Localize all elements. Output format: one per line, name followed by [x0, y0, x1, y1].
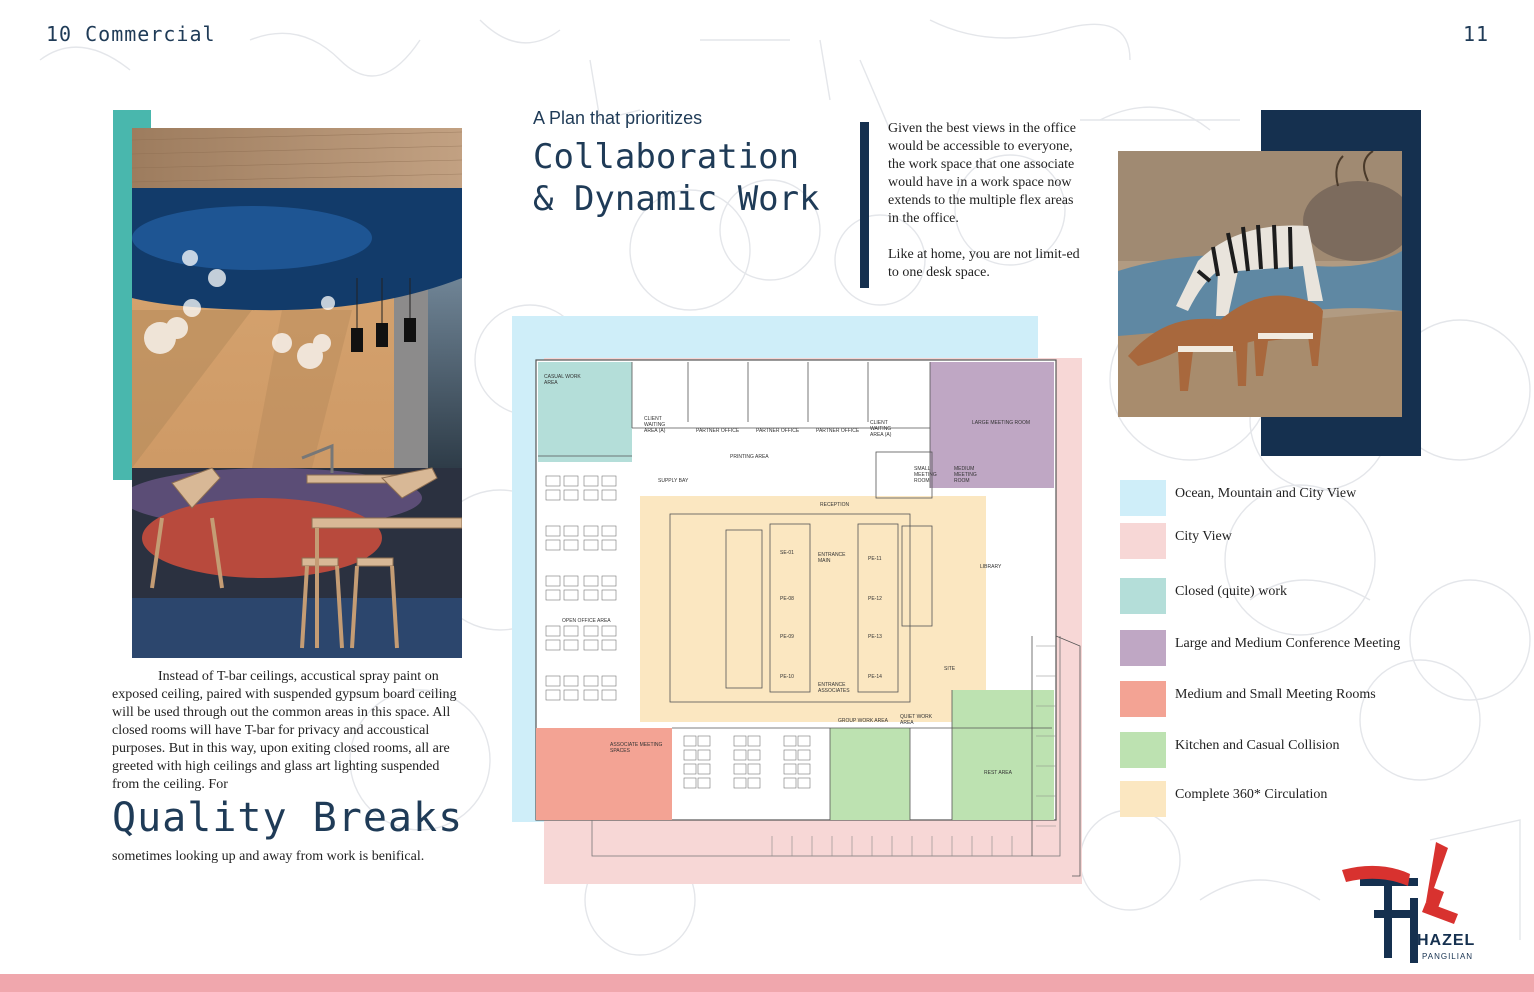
plan-label-pe09: PE-09 — [780, 634, 794, 640]
plan-label-quiet-work: QUIET WORK AREA — [900, 714, 933, 726]
plan-label-partner-1: PARTNER OFFICE — [696, 428, 740, 434]
legend-swatch — [1120, 781, 1166, 817]
views-paragraph: Given the best views in the office would… — [888, 121, 1076, 226]
plan-label-pe12: PE-12 — [868, 596, 882, 602]
plan-label-rest: REST AREA — [984, 770, 1012, 776]
plan-label-small-meeting: SMALL MEETING ROOM — [914, 466, 937, 484]
plan-label-supply: SUPPLY BAY — [658, 478, 689, 484]
plan-label-large-meeting: LARGE MEETING ROOM — [972, 420, 1031, 426]
plan-label-group-work: GROUP WORK AREA — [838, 718, 888, 724]
legend-label: Ocean, Mountain and City View — [1175, 486, 1357, 501]
legend-item: Medium and Small Meeting Rooms — [1120, 681, 1520, 721]
plan-label-casual: CASUAL WORK AREA — [544, 374, 581, 386]
plan-label-pe08: PE-08 — [780, 596, 794, 602]
kicker-text: A Plan that prioritizes — [533, 108, 703, 128]
quote-bar — [860, 122, 869, 288]
legend-label: Kitchen and Casual Collision — [1175, 738, 1340, 753]
section-label: 10 Commercial — [46, 22, 216, 46]
title-line-2: & Dynamic Work — [533, 179, 820, 219]
legend-label: Medium and Small Meeting Rooms — [1175, 687, 1376, 702]
plan-label-entrance-assoc: ENTRANCE ASSOCIATES — [818, 682, 850, 694]
legend-item: Ocean, Mountain and City View — [1120, 480, 1520, 520]
plan-label-se01: SE-01 — [780, 550, 794, 556]
legend-swatch — [1120, 578, 1166, 614]
desk-paragraph: Like at home, you are not limit-ed to on… — [888, 247, 1080, 280]
logo-surname: PANGILIAN — [1422, 952, 1474, 961]
title-line-1: Collaboration — [533, 137, 800, 177]
plan-label-open-office: OPEN OFFICE AREA — [562, 618, 611, 624]
legend-label: Complete 360* Circulation — [1175, 787, 1328, 802]
legend-item: Complete 360* Circulation — [1120, 781, 1520, 821]
plan-label-pe11: PE-11 — [868, 556, 882, 562]
logo-name: HAZEL — [1417, 932, 1476, 949]
legend-item: Kitchen and Casual Collision — [1120, 732, 1520, 772]
quality-breaks-heading: Quality Breaks — [112, 795, 464, 841]
legend-label: City View — [1175, 529, 1232, 544]
wildlife-photo — [1118, 151, 1402, 417]
legend-item: City View — [1120, 523, 1520, 563]
legend-swatch — [1120, 732, 1166, 768]
plan-label-reception: RECEPTION — [820, 502, 850, 508]
legend-item: Closed (quite) work — [1120, 578, 1520, 618]
legend-label: Closed (quite) work — [1175, 584, 1287, 599]
quality-breaks-caption: sometimes looking up and away from work … — [112, 849, 425, 864]
legend-swatch — [1120, 523, 1166, 559]
legend-item: Large and Medium Conference Meeting — [1120, 630, 1520, 670]
floor-plan: CASUAL WORK AREA CLIENT WAITING AREA (A)… — [512, 316, 1082, 884]
plan-label-pe13: PE-13 — [868, 634, 882, 640]
plan-label-site: SITE — [944, 666, 956, 672]
legend-label: Large and Medium Conference Meeting — [1175, 636, 1401, 651]
page-number: 11 — [1463, 22, 1490, 46]
plan-label-entrance-main: ENTRANCE MAIN — [818, 552, 846, 564]
plan-label-waiting-a: CLIENT WAITING AREA (A) — [644, 416, 666, 434]
plan-label-partner-3: PARTNER OFFICE — [816, 428, 860, 434]
footer-band — [0, 974, 1534, 992]
interior-rendering-image — [132, 128, 462, 658]
legend-swatch — [1120, 480, 1166, 516]
plan-label-library: LIBRARY — [980, 564, 1002, 570]
legend-swatch — [1120, 681, 1166, 717]
plan-label-medium-meeting: MEDIUM MEETING ROOM — [954, 466, 977, 484]
plan-label-pe14: PE-14 — [868, 674, 882, 680]
legend-swatch — [1120, 630, 1166, 666]
plan-label-pe10: PE-10 — [780, 674, 794, 680]
plan-label-partner-2: PARTNER OFFICE — [756, 428, 800, 434]
ceiling-description: Instead of T-bar ceilings, accustical sp… — [112, 669, 457, 792]
plan-label-printing: PRINTING AREA — [730, 454, 769, 460]
plan-label-assoc-meeting: ASSOCIATE MEETING SPACES — [610, 742, 663, 754]
plan-label-waiting-b: CLIENT WAITING AREA (A) — [870, 420, 892, 438]
